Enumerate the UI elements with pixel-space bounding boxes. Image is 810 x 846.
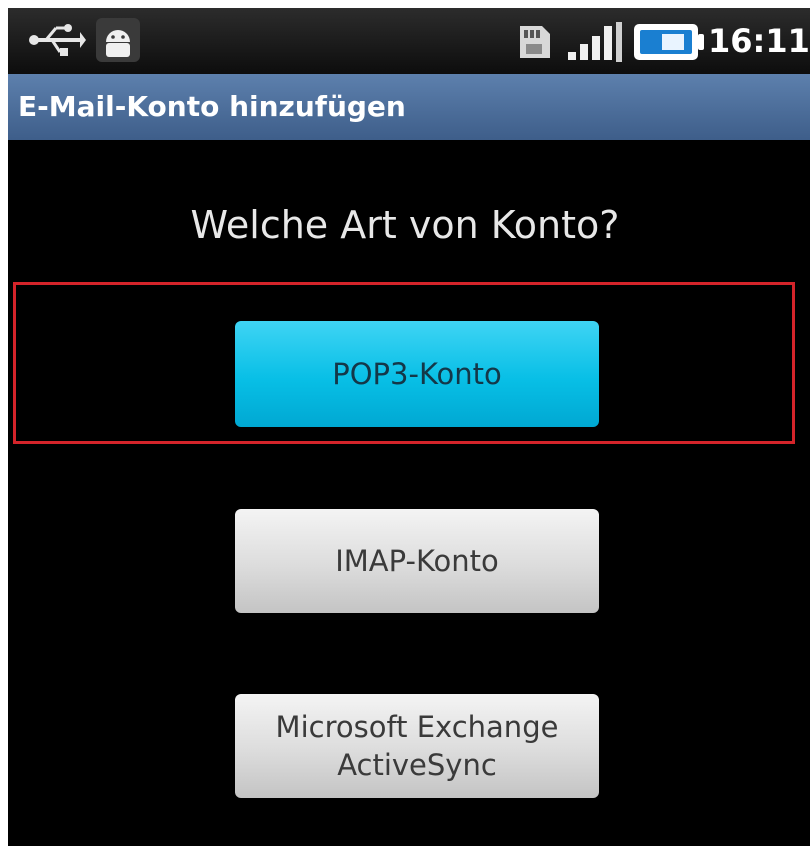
android-notification-icon	[96, 18, 140, 62]
account-type-question: Welche Art von Konto?	[190, 203, 620, 247]
pop3-account-button[interactable]: POP3-Konto	[235, 321, 599, 427]
phone-screen: 16:11 E-Mail-Konto hinzufügen Welche Art…	[8, 8, 810, 846]
imap-button-label: IMAP-Konto	[335, 544, 499, 578]
exchange-button-label-line1: Microsoft Exchange	[275, 710, 559, 744]
title-bar: E-Mail-Konto hinzufügen	[8, 74, 810, 140]
signal-icon	[568, 22, 622, 62]
exchange-activesync-button[interactable]: Microsoft Exchange ActiveSync	[235, 694, 599, 798]
sd-card-icon	[520, 26, 550, 58]
usb-icon	[29, 24, 86, 56]
status-time: 16:11	[708, 22, 810, 60]
pop3-button-label: POP3-Konto	[332, 357, 502, 391]
exchange-button-label-line2: ActiveSync	[337, 748, 497, 782]
battery-icon	[634, 24, 704, 60]
imap-account-button[interactable]: IMAP-Konto	[235, 509, 599, 613]
status-bar: 16:11	[8, 8, 810, 74]
page-title: E-Mail-Konto hinzufügen	[18, 90, 406, 123]
